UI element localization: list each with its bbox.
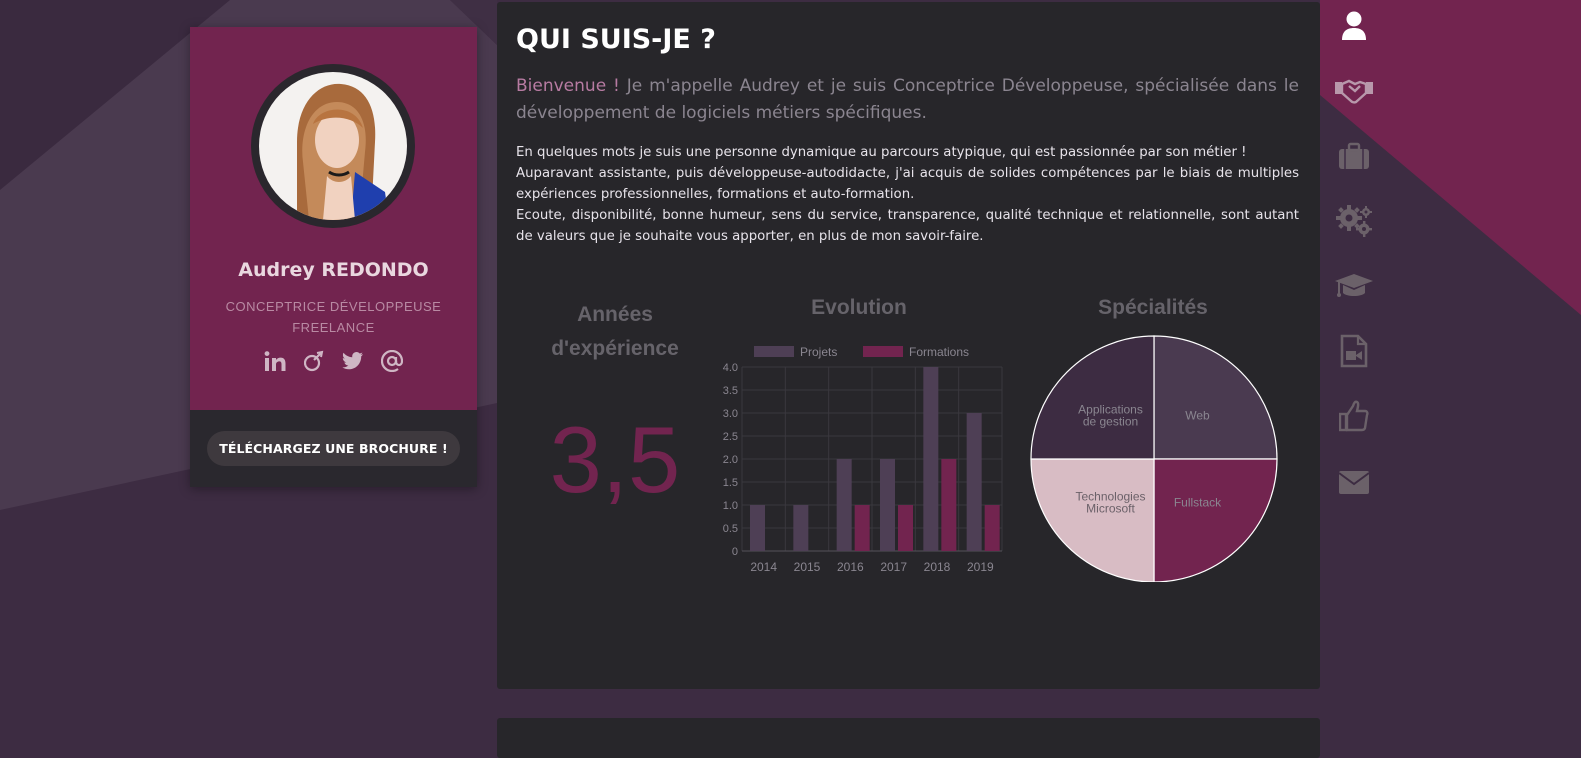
page-title: QUI SUIS-JE ? — [516, 24, 716, 55]
nav-about[interactable] — [1327, 2, 1381, 50]
y-tick-label: 2.0 — [723, 454, 738, 466]
profile-role: CONCEPTRICE DÉVELOPPEUSE FREELANCE — [190, 296, 477, 338]
nav-experience[interactable] — [1327, 132, 1381, 180]
twitter-icon[interactable] — [341, 349, 365, 373]
evolution-bar-chart: 0 0.5 1.0 1.5 2.0 2.5 3.0 3.5 4.0 2014 2015 2016 201… — [723, 345, 1003, 574]
about-paragraph-1: En quelques mots je suis une personne dy… — [516, 145, 1247, 160]
nav-portfolio[interactable] — [1327, 327, 1381, 375]
y-tick-label: 0.5 — [723, 523, 738, 535]
pie-label: Web — [1185, 409, 1210, 423]
intro-text: Je m'appelle Audrey et je suis Conceptri… — [516, 76, 1299, 123]
gears-icon — [1336, 205, 1372, 237]
legend-swatch — [863, 346, 903, 357]
y-tick-label: 2.5 — [723, 431, 738, 443]
x-tick-label: 2017 — [880, 560, 907, 574]
handshake-icon — [1335, 79, 1373, 104]
nav-testimonials[interactable] — [1327, 392, 1381, 440]
profile-footer: TÉLÉCHARGEZ UNE BROCHURE ! — [190, 410, 477, 487]
legend-label: Projets — [800, 345, 837, 359]
evolution-chart-title: Evolution — [811, 296, 907, 319]
bar-formations-2017 — [898, 505, 913, 551]
bar-formations-2016 — [854, 505, 870, 551]
legend-label: Formations — [909, 345, 969, 359]
bar-projets-2016 — [836, 459, 852, 551]
malt-icon[interactable] — [302, 349, 326, 373]
experience-title: Années d'expérience — [520, 298, 710, 366]
bar-formations-2019 — [984, 505, 1000, 551]
nav-skills[interactable] — [1327, 197, 1381, 245]
pie-slice — [1153, 335, 1278, 460]
bar-projets-2019 — [966, 413, 982, 551]
briefcase-icon — [1339, 142, 1369, 169]
bar-projets-2015 — [793, 505, 809, 551]
about-paragraph-2: Auparavant assistante, puis développeuse… — [516, 166, 1299, 202]
graduation-cap-icon — [1335, 274, 1373, 297]
y-tick-label: 4.0 — [723, 362, 738, 374]
about-text: En quelques mots je suis une personne dy… — [516, 142, 1299, 247]
bar-projets-2017 — [880, 459, 895, 551]
experience-value: 3,5 — [549, 407, 681, 512]
bar-projets-2018 — [923, 367, 939, 551]
x-tick-label: 2019 — [967, 560, 994, 574]
profile-name: Audrey REDONDO — [238, 259, 429, 281]
x-tick-label: 2014 — [750, 560, 777, 574]
y-tick-label: 3.5 — [723, 385, 738, 397]
x-tick-label: 2015 — [794, 560, 821, 574]
pie-slice — [1030, 458, 1155, 582]
about-panel: QUI SUIS-JE ? Bienvenue ! Je m'appelle A… — [497, 2, 1320, 689]
nav-services[interactable] — [1327, 67, 1381, 115]
profile-role-line1: CONCEPTRICE DÉVELOPPEUSE — [225, 299, 442, 314]
nav-contact[interactable] — [1327, 458, 1381, 506]
y-tick-label: 0 — [732, 546, 738, 558]
user-icon — [1342, 11, 1366, 40]
email-at-icon[interactable] — [380, 349, 404, 373]
bar-projets-2014 — [750, 505, 765, 551]
experience-title-line1: Années — [577, 303, 653, 326]
nav-education[interactable] — [1327, 262, 1381, 310]
pie-label: Fullstack — [1174, 495, 1222, 509]
x-tick-label: 2016 — [837, 560, 864, 574]
profile-role-line2: FREELANCE — [292, 320, 375, 335]
intro-lead: Bienvenue ! Je m'appelle Audrey et je su… — [516, 73, 1299, 127]
avatar-photo — [259, 72, 407, 220]
linkedin-icon[interactable] — [263, 349, 287, 373]
pie-label: Applications de gestion — [1078, 403, 1143, 429]
bar-formations-2018 — [941, 459, 957, 551]
specialites-chart-title: Spécialités — [1098, 296, 1208, 319]
experience-title-line2: d'expérience — [551, 337, 679, 360]
right-nav — [1327, 0, 1381, 520]
video-file-icon — [1340, 334, 1368, 368]
thumbs-up-icon — [1339, 400, 1369, 432]
y-tick-label: 1.5 — [723, 477, 738, 489]
about-paragraph-3: Ecoute, disponibilité, bonne humeur, sen… — [516, 208, 1299, 244]
social-links — [190, 349, 477, 373]
y-tick-label: 1.0 — [723, 500, 738, 512]
y-tick-label: 3.0 — [723, 408, 738, 420]
pie-slice — [1153, 458, 1278, 582]
envelope-icon — [1338, 471, 1370, 494]
next-section-panel — [497, 718, 1320, 758]
avatar — [251, 64, 415, 228]
legend-swatch — [754, 346, 794, 357]
x-tick-label: 2018 — [924, 560, 951, 574]
profile-card: Audrey REDONDO CONCEPTRICE DÉVELOPPEUSE … — [190, 27, 477, 487]
pie-slice — [1030, 335, 1155, 460]
intro-highlight: Bienvenue ! — [516, 76, 620, 96]
profile-header: Audrey REDONDO CONCEPTRICE DÉVELOPPEUSE … — [190, 27, 477, 410]
download-brochure-button[interactable]: TÉLÉCHARGEZ UNE BROCHURE ! — [207, 431, 460, 466]
specialites-pie-chart: WebFullstackTechnologies MicrosoftApplica… — [1030, 335, 1278, 582]
